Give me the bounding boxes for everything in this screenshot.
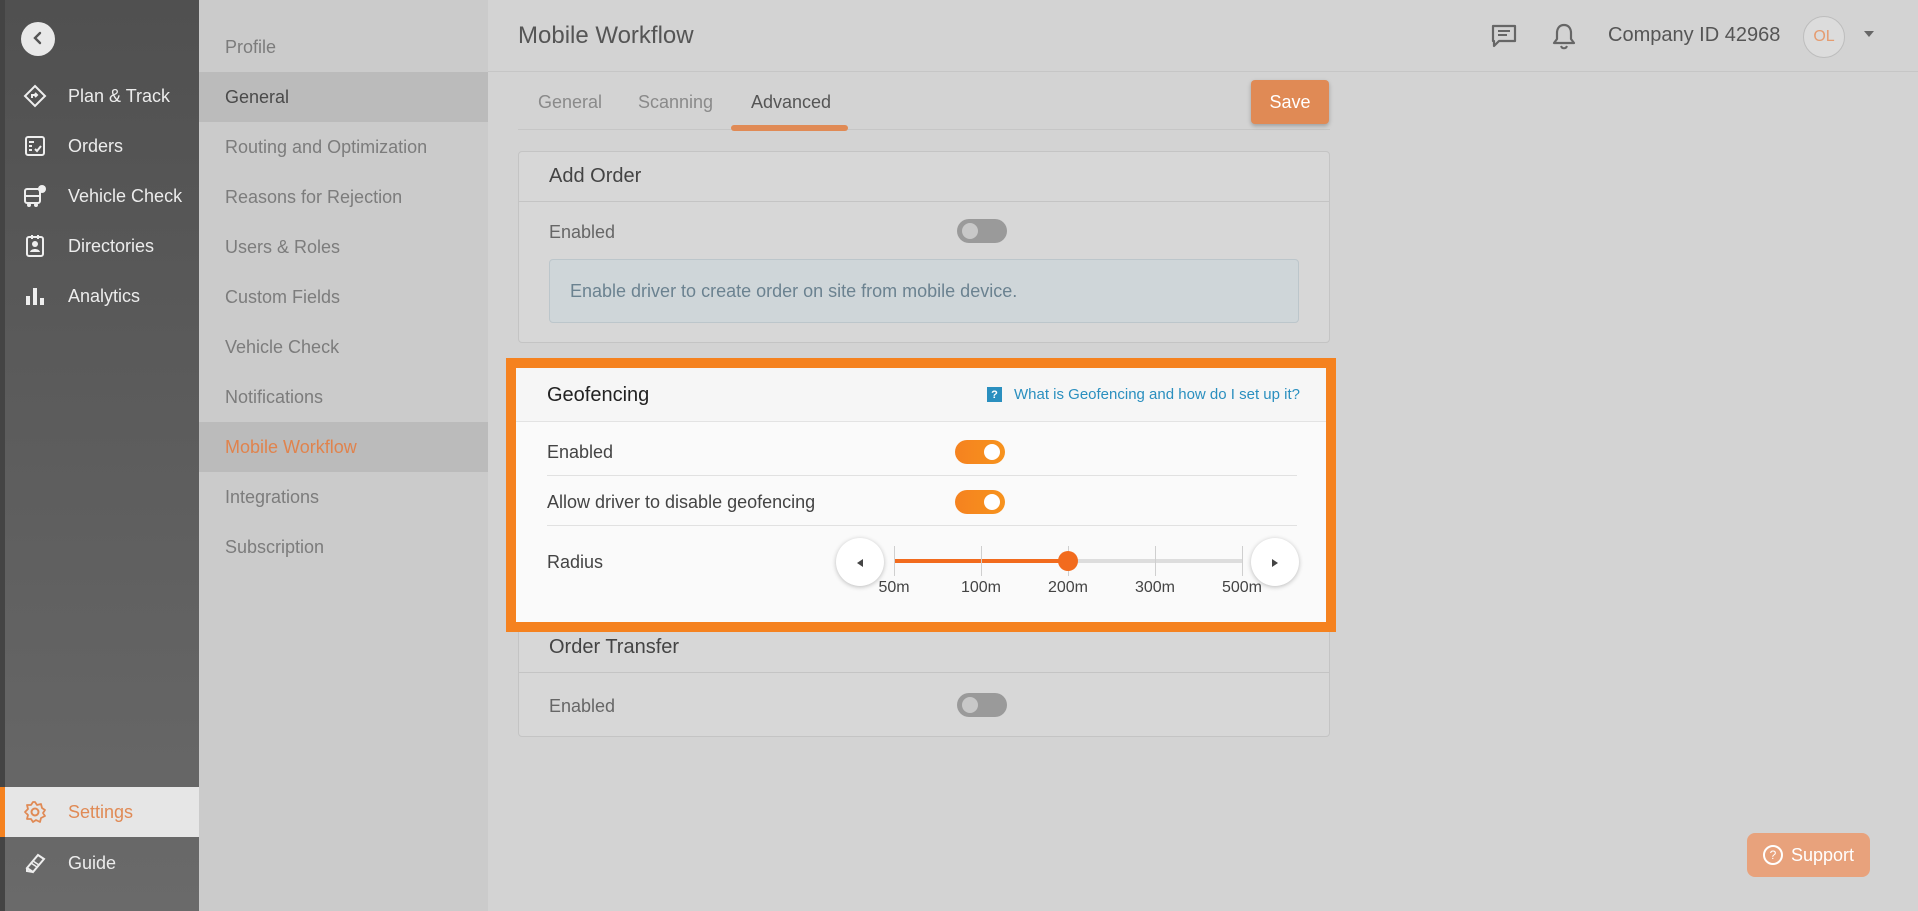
nav-item-label: Settings	[68, 801, 134, 822]
main-nav: Plan & Track Orders Vehicle Check Direct…	[0, 0, 199, 911]
slider-thumb[interactable]	[1058, 551, 1078, 571]
tab-advanced[interactable]: Advanced	[751, 92, 831, 113]
chevron-left-icon	[31, 29, 45, 50]
divider	[547, 475, 1297, 476]
geofencing-enabled-label: Enabled	[547, 442, 614, 462]
geofencing-enabled-toggle[interactable]	[955, 440, 1005, 464]
slider-tick	[1242, 546, 1243, 576]
nav-item-vehicle-check[interactable]: Vehicle Check	[5, 171, 199, 221]
nav-item-label: Plan & Track	[68, 85, 171, 106]
tabs-divider	[518, 129, 1330, 130]
allow-disable-geofencing-toggle[interactable]	[955, 490, 1005, 514]
nav-item-label: Guide	[68, 852, 117, 873]
submenu-item-reasons-rejection[interactable]: Reasons for Rejection	[199, 172, 488, 222]
submenu-item-notifications[interactable]: Notifications	[199, 372, 488, 422]
add-order-card: Add Order Enabled Enable driver to creat…	[518, 151, 1330, 343]
submenu-item-users-roles[interactable]: Users & Roles	[199, 222, 488, 272]
caret-right-icon	[1270, 552, 1280, 573]
settings-submenu: Profile General Routing and Optimization…	[199, 0, 488, 911]
vehicle-check-icon	[20, 181, 50, 211]
submenu-item-custom-fields[interactable]: Custom Fields	[199, 272, 488, 322]
help-icon: ?	[986, 387, 1002, 402]
nav-item-label: Directories	[68, 235, 155, 256]
add-order-enabled-toggle[interactable]	[957, 219, 1007, 243]
nav-item-label: Analytics	[68, 285, 141, 306]
geofencing-card: Geofencing ? What is Geofencing and how …	[516, 368, 1326, 622]
geofencing-header: Geofencing ? What is Geofencing and how …	[516, 368, 1326, 422]
submenu-item-vehicle-check[interactable]: Vehicle Check	[199, 322, 488, 372]
book-icon	[20, 848, 50, 878]
nav-item-analytics[interactable]: Analytics	[5, 271, 199, 321]
submenu-item-integrations[interactable]: Integrations	[199, 472, 488, 522]
radius-decrease-button[interactable]	[836, 538, 884, 586]
page-title: Mobile Workflow	[518, 22, 694, 49]
slider-tick	[1155, 546, 1156, 576]
radius-label: Radius	[547, 552, 604, 572]
nav-item-settings[interactable]: Settings	[0, 787, 199, 837]
route-icon	[20, 81, 50, 111]
bell-icon[interactable]	[1548, 20, 1580, 52]
submenu-item-mobile-workflow[interactable]: Mobile Workflow	[199, 422, 488, 472]
submenu-item-subscription[interactable]: Subscription	[199, 522, 488, 572]
radius-increase-button[interactable]	[1251, 538, 1299, 586]
tab-general[interactable]: General	[538, 92, 602, 113]
radius-option-100m[interactable]: 100m	[951, 579, 1011, 597]
radius-option-200m[interactable]: 200m	[1038, 579, 1098, 597]
nav-item-directories[interactable]: Directories	[5, 221, 199, 271]
bar-chart-icon	[20, 281, 50, 311]
geofencing-title: Geofencing	[547, 384, 650, 406]
help-link-text: What is Geofencing and how do I set up i…	[1013, 386, 1300, 403]
submenu-item-profile[interactable]: Profile	[199, 22, 488, 72]
radius-option-300m[interactable]: 300m	[1125, 579, 1185, 597]
order-transfer-enabled-label: Enabled	[549, 696, 616, 716]
allow-disable-geofencing-label: Allow driver to disable geofencing	[547, 492, 816, 512]
support-label: Support	[1790, 844, 1855, 865]
submenu-item-general[interactable]: General	[199, 72, 488, 122]
active-tab-indicator	[731, 125, 848, 131]
tab-scanning[interactable]: Scanning	[638, 92, 713, 113]
directory-icon	[20, 231, 50, 261]
add-order-info: Enable driver to create order on site fr…	[549, 259, 1299, 323]
orders-icon	[20, 131, 50, 161]
page-header: Mobile Workflow Company ID 42968 OL	[488, 0, 1918, 72]
avatar[interactable]: OL	[1803, 16, 1845, 58]
chat-icon[interactable]	[1488, 20, 1520, 52]
divider	[547, 525, 1297, 526]
nav-item-orders[interactable]: Orders	[5, 121, 199, 171]
chevron-down-icon[interactable]	[1862, 25, 1876, 46]
back-button[interactable]	[21, 22, 55, 56]
gear-icon	[20, 797, 50, 827]
nav-item-label: Vehicle Check	[68, 185, 183, 206]
save-button[interactable]: Save	[1251, 80, 1329, 124]
submenu-item-routing[interactable]: Routing and Optimization	[199, 122, 488, 172]
help-circle-icon: ?	[1762, 845, 1783, 865]
nav-item-guide[interactable]: Guide	[5, 838, 199, 888]
add-order-enabled-label: Enabled	[549, 222, 616, 242]
caret-left-icon	[855, 552, 865, 573]
order-transfer-card: Order Transfer Enabled	[518, 622, 1330, 737]
geofencing-help-link[interactable]: ? What is Geofencing and how do I set up…	[986, 386, 1300, 403]
slider-tick	[894, 546, 895, 576]
nav-item-plan-track[interactable]: Plan & Track	[5, 71, 199, 121]
slider-tick	[981, 546, 982, 576]
add-order-title: Add Order	[519, 152, 1329, 202]
support-button[interactable]: ? Support	[1747, 833, 1870, 877]
order-transfer-enabled-toggle[interactable]	[957, 693, 1007, 717]
nav-item-label: Orders	[68, 135, 124, 156]
company-id: Company ID 42968	[1608, 24, 1781, 46]
